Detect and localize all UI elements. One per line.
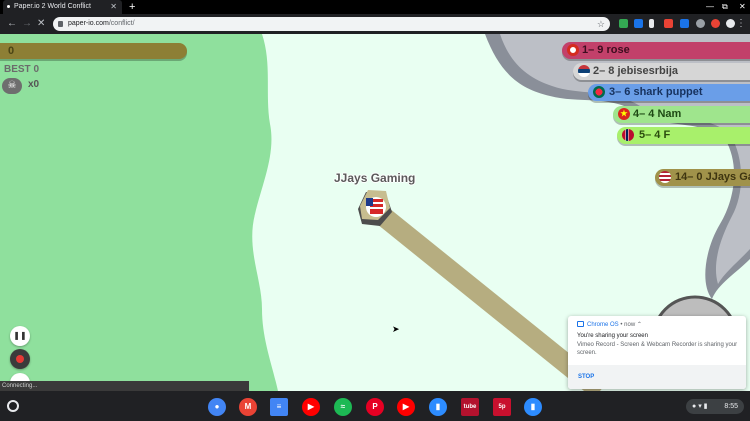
norway-flag-icon — [622, 129, 634, 141]
youtube-icon[interactable]: ▶ — [302, 398, 320, 416]
usa-flag-icon — [659, 171, 671, 183]
battery-icon: ▮ — [703, 403, 708, 410]
leaderboard-entry-text: 3– 6 shark puppet — [609, 86, 703, 98]
address-bar[interactable]: paper-io.com/conflict/ ☆ — [53, 17, 610, 31]
leaderboard-row: ★ 4– 4 Nam — [613, 106, 750, 123]
tube-icon[interactable]: tube — [461, 398, 479, 416]
status-bar: Connecting... — [0, 381, 249, 391]
leaderboard-entry-text: 4– 4 Nam — [633, 108, 682, 120]
extension-icon[interactable] — [696, 19, 705, 28]
lock-icon — [58, 21, 63, 27]
extension-icon[interactable] — [619, 19, 628, 28]
zoom-meetings-icon[interactable]: ▮ — [524, 398, 542, 416]
favicon-icon — [7, 5, 10, 8]
skull-icon: ☠ — [2, 78, 22, 94]
screen-share-notification: Chrome OS • now ⌃ You're sharing your sc… — [568, 316, 746, 389]
youtube-music-icon[interactable]: ▶ — [397, 398, 415, 416]
record-button[interactable] — [10, 349, 30, 369]
screen: Paper.io 2 World Conflict ✕ + — ⧉ ✕ ← → … — [0, 0, 750, 421]
kill-count: x0 — [28, 79, 40, 90]
record-extension-icon[interactable] — [711, 19, 720, 28]
leaderboard-entry-text: 1– 9 rose — [582, 44, 630, 56]
spotify-icon[interactable]: ≈ — [334, 398, 352, 416]
url-host: paper-io.com — [68, 20, 109, 27]
leaderboard-row: 2– 8 jebisesrbija — [573, 63, 750, 80]
stop-sharing-button[interactable]: STOP — [578, 374, 594, 380]
extension-icon[interactable] — [680, 19, 689, 28]
leaderboard-entry-text: 2– 8 jebisesrbija — [593, 65, 678, 77]
gmail-icon[interactable]: M — [239, 398, 257, 416]
docs-icon[interactable]: ≡ — [270, 398, 288, 416]
score-bar: 0 — [0, 43, 187, 59]
forward-icon[interactable]: → — [22, 14, 32, 34]
chromeos-shelf: ● M ≡ ▶ ≈ P ▶ ▮ tube 5p ▮ ● ▾ ▮ 8:55 — [0, 391, 750, 421]
notification-source: Chrome OS • now ⌃ — [587, 322, 642, 328]
canada-flag-icon — [567, 44, 579, 56]
chrome-icon[interactable]: ● — [208, 398, 226, 416]
record-dot-icon — [16, 354, 24, 363]
leaderboard-entry-text: 5– 4 F — [639, 129, 671, 141]
restore-icon[interactable]: ⧉ — [722, 0, 728, 14]
bookmark-star-icon[interactable]: ☆ — [597, 17, 605, 31]
play-extension-icon[interactable] — [649, 19, 654, 28]
notification-message: Vimeo Record - Screen & Webcam Recorder … — [577, 342, 738, 356]
notification-title: You're sharing your screen — [577, 333, 648, 339]
5p-icon[interactable]: 5p — [493, 398, 511, 416]
url-path: /conflict/ — [108, 20, 135, 27]
notification-count-icon: ● — [692, 403, 697, 410]
screen-share-icon — [577, 321, 584, 327]
leaderboard-row: 14– 0 JJays Ga — [655, 169, 750, 186]
serbia-flag-icon — [578, 65, 590, 77]
leaderboard-row: 1– 9 rose — [562, 42, 750, 59]
close-window-icon[interactable]: ✕ — [739, 0, 746, 14]
back-icon[interactable]: ← — [7, 14, 17, 34]
tab-title: Paper.io 2 World Conflict — [14, 3, 91, 10]
stop-loading-icon[interactable]: ✕ — [37, 14, 45, 34]
notification-time: now — [624, 322, 636, 328]
leaderboard-entry-text: 14– 0 JJays Ga — [675, 171, 750, 183]
tab-paperio[interactable]: Paper.io 2 World Conflict ✕ — [3, 0, 122, 14]
player-name-label: JJays Gaming — [334, 171, 416, 185]
tab-strip: Paper.io 2 World Conflict ✕ + — ⧉ ✕ — [0, 0, 750, 14]
pause-button[interactable]: ❚❚ — [10, 326, 30, 346]
new-tab-icon[interactable]: + — [129, 0, 135, 14]
vietnam-flag-icon: ★ — [618, 108, 630, 120]
notification-actions — [568, 365, 746, 389]
notification-source-text: Chrome OS — [587, 322, 619, 328]
green-territory — [0, 34, 278, 391]
bangladesh-flag-icon — [593, 86, 605, 98]
close-tab-icon[interactable]: ✕ — [110, 0, 117, 14]
leaderboard-row: 3– 6 shark puppet — [588, 84, 750, 101]
browser-toolbar: ← → ✕ paper-io.com/conflict/ ☆ ⋮ — [0, 14, 750, 34]
menu-icon[interactable]: ⋮ — [736, 14, 746, 34]
profile-avatar-icon[interactable] — [726, 19, 735, 28]
zoom-icon[interactable]: ▮ — [429, 398, 447, 416]
launcher-icon[interactable] — [7, 400, 19, 412]
pinterest-icon[interactable]: P — [366, 398, 384, 416]
best-score: BEST 0 — [4, 64, 40, 75]
player-trail — [371, 204, 607, 391]
extension-icon[interactable] — [634, 19, 643, 28]
mouse-cursor-icon: ➤ — [392, 324, 400, 334]
extension-icon[interactable] — [664, 19, 673, 28]
clock: 8:55 — [724, 403, 738, 410]
status-tray[interactable]: ● ▾ ▮ 8:55 — [686, 399, 744, 414]
minimize-icon[interactable]: — — [706, 0, 714, 14]
leaderboard-row: 5– 4 F — [617, 127, 750, 144]
chevron-up-icon[interactable]: ⌃ — [637, 322, 642, 328]
